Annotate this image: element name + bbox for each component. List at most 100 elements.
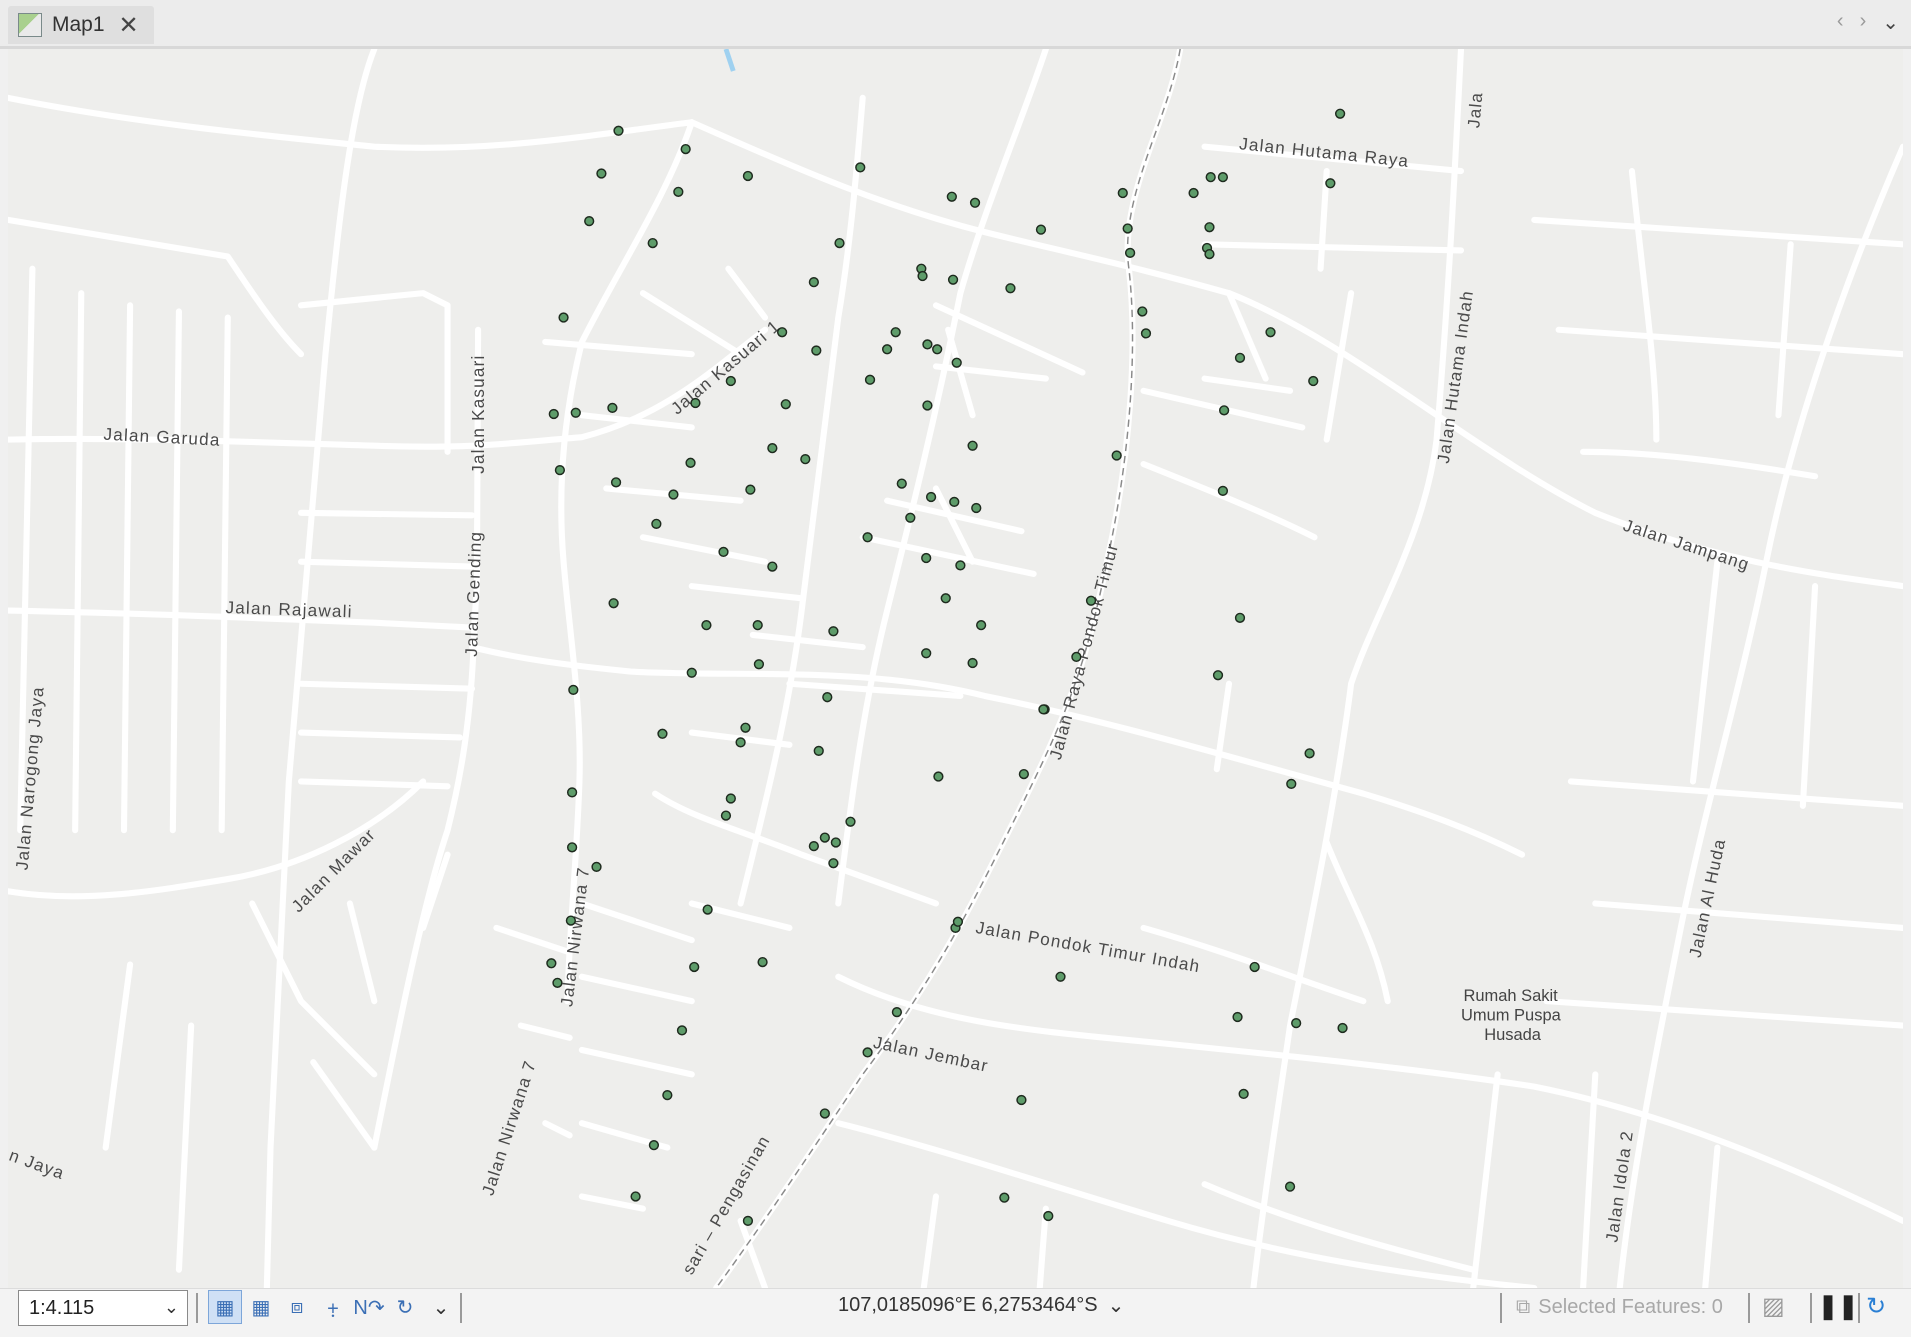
point-feature[interactable] bbox=[813, 745, 824, 757]
point-feature[interactable] bbox=[753, 659, 765, 670]
point-feature[interactable] bbox=[1055, 971, 1066, 982]
point-feature[interactable] bbox=[1238, 1088, 1249, 1100]
point-feature[interactable] bbox=[808, 840, 819, 852]
point-feature[interactable] bbox=[776, 327, 788, 338]
point-feature[interactable] bbox=[584, 215, 595, 227]
snapping-icon[interactable]: ⧈ bbox=[280, 1290, 314, 1324]
point-feature[interactable] bbox=[1265, 327, 1276, 338]
refresh-icon[interactable]: ↻ bbox=[1866, 1292, 1886, 1321]
point-feature[interactable] bbox=[767, 443, 778, 454]
point-feature[interactable] bbox=[862, 1047, 873, 1058]
point-feature[interactable] bbox=[1325, 178, 1336, 189]
point-feature[interactable] bbox=[811, 345, 822, 356]
point-feature[interactable] bbox=[676, 1025, 688, 1036]
point-feature[interactable] bbox=[1217, 172, 1229, 183]
point-feature[interactable] bbox=[1334, 108, 1346, 119]
point-feature[interactable] bbox=[657, 728, 668, 739]
point-feature[interactable] bbox=[976, 620, 987, 631]
point-feature[interactable] bbox=[1212, 670, 1224, 681]
point-feature[interactable] bbox=[720, 810, 732, 821]
point-feature[interactable] bbox=[1286, 778, 1297, 789]
point-feature[interactable] bbox=[1218, 405, 1230, 416]
point-feature[interactable] bbox=[701, 620, 712, 631]
grid-icon[interactable]: ▦ bbox=[244, 1290, 278, 1324]
point-feature[interactable] bbox=[662, 1090, 673, 1101]
pause-icon[interactable]: ❚❚ bbox=[1818, 1292, 1858, 1321]
point-feature[interactable] bbox=[740, 722, 751, 733]
point-feature[interactable] bbox=[767, 561, 778, 572]
point-feature[interactable] bbox=[690, 397, 701, 409]
point-feature[interactable] bbox=[1085, 595, 1097, 606]
point-feature[interactable] bbox=[949, 496, 960, 508]
point-feature[interactable] bbox=[647, 237, 658, 249]
point-feature[interactable] bbox=[922, 339, 933, 350]
point-feature[interactable] bbox=[566, 787, 578, 798]
point-feature[interactable] bbox=[546, 958, 557, 969]
point-feature[interactable] bbox=[999, 1192, 1010, 1203]
point-feature[interactable] bbox=[1249, 961, 1260, 973]
point-feature[interactable] bbox=[702, 904, 713, 915]
point-feature[interactable] bbox=[554, 465, 566, 476]
point-feature[interactable] bbox=[819, 832, 830, 843]
point-feature[interactable] bbox=[917, 270, 928, 282]
point-feature[interactable] bbox=[1018, 768, 1030, 780]
point-feature[interactable] bbox=[686, 667, 697, 678]
point-feature[interactable] bbox=[1122, 223, 1133, 234]
point-feature[interactable] bbox=[891, 1006, 903, 1018]
point-feature[interactable] bbox=[967, 657, 978, 669]
point-feature[interactable] bbox=[607, 402, 618, 414]
point-feature[interactable] bbox=[834, 237, 845, 249]
point-feature[interactable] bbox=[881, 344, 893, 355]
chevron-left-icon[interactable]: ‹ bbox=[1837, 10, 1844, 35]
point-feature[interactable] bbox=[845, 816, 856, 827]
point-feature[interactable] bbox=[1117, 187, 1128, 199]
point-feature[interactable] bbox=[742, 170, 754, 182]
point-feature[interactable] bbox=[680, 143, 691, 155]
point-feature[interactable] bbox=[808, 277, 819, 288]
fixed-zoom-icon[interactable]: ▦ bbox=[208, 1290, 242, 1324]
chevron-right-icon[interactable]: › bbox=[1860, 10, 1867, 35]
point-feature[interactable] bbox=[630, 1191, 641, 1202]
point-feature[interactable] bbox=[1234, 352, 1246, 363]
point-feature[interactable] bbox=[735, 737, 746, 748]
point-feature[interactable] bbox=[862, 532, 873, 543]
point-feature[interactable] bbox=[951, 357, 962, 368]
scale-dropdown[interactable]: 1:4.115 ⌄ bbox=[18, 1290, 188, 1326]
point-feature[interactable] bbox=[925, 491, 937, 503]
point-feature[interactable] bbox=[613, 125, 624, 136]
chevron-down-icon[interactable]: ⌄ bbox=[1108, 1293, 1125, 1318]
point-feature[interactable] bbox=[725, 793, 736, 804]
point-feature[interactable] bbox=[566, 842, 578, 853]
point-feature[interactable] bbox=[718, 546, 729, 558]
point-feature[interactable] bbox=[570, 407, 581, 418]
point-feature[interactable] bbox=[955, 560, 966, 571]
point-feature[interactable] bbox=[1137, 306, 1148, 317]
point-feature[interactable] bbox=[969, 197, 981, 208]
point-feature[interactable] bbox=[922, 400, 933, 411]
chevron-down-icon[interactable]: ⌄ bbox=[164, 1297, 179, 1318]
point-feature[interactable] bbox=[830, 837, 841, 848]
point-feature[interactable] bbox=[1204, 248, 1215, 260]
point-feature[interactable] bbox=[800, 454, 811, 465]
point-feature[interactable] bbox=[752, 620, 763, 631]
point-feature[interactable] bbox=[673, 186, 684, 197]
point-feature[interactable] bbox=[921, 552, 932, 564]
point-feature[interactable] bbox=[947, 274, 959, 285]
point-feature[interactable] bbox=[568, 684, 579, 695]
point-feature[interactable] bbox=[1205, 172, 1216, 183]
point-feature[interactable] bbox=[558, 312, 569, 323]
point-feature[interactable] bbox=[1337, 1022, 1348, 1034]
point-feature[interactable] bbox=[1217, 485, 1229, 497]
point-feature[interactable] bbox=[1234, 612, 1246, 623]
point-feature[interactable] bbox=[864, 374, 876, 385]
chevron-down-icon[interactable]: ⌄ bbox=[424, 1290, 458, 1324]
point-feature[interactable] bbox=[971, 502, 982, 514]
grid-snap-icon[interactable]: ⨥ bbox=[316, 1290, 350, 1324]
point-feature[interactable] bbox=[1232, 1011, 1243, 1023]
point-feature[interactable] bbox=[819, 1108, 830, 1119]
point-feature[interactable] bbox=[548, 408, 559, 420]
point-feature[interactable] bbox=[896, 478, 907, 489]
point-feature[interactable] bbox=[890, 327, 901, 338]
point-feature[interactable] bbox=[1016, 1094, 1027, 1106]
tab-map1[interactable]: Map1 ✕ bbox=[8, 6, 154, 44]
